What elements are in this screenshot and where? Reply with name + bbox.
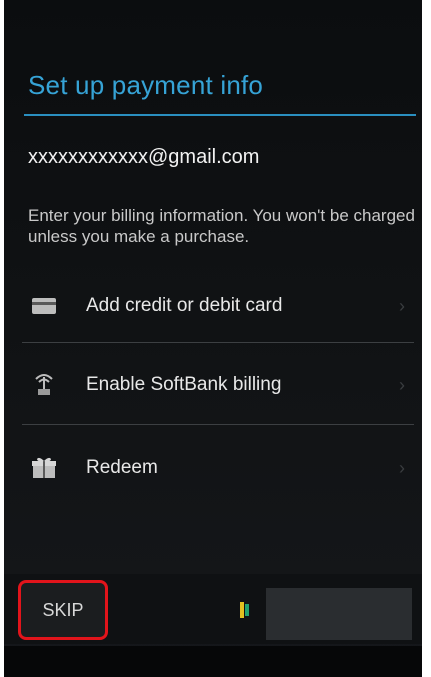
option-label: Redeem [86,457,158,478]
payment-setup-screen: Set up payment info xxxxxxxxxxxx@gmail.c… [4,0,422,677]
skip-button[interactable]: SKIP [18,580,108,640]
page-title: Set up payment info [28,70,264,100]
progress-indicator-icon [238,600,252,620]
softbank-billing-option[interactable]: Enable SoftBank billing › [22,357,414,413]
divider [22,342,414,343]
carrier-billing-icon [26,372,62,398]
add-card-option[interactable]: Add credit or debit card › [22,278,414,334]
chevron-right-icon: › [399,295,405,316]
billing-description: Enter your billing information. You won'… [28,206,415,246]
chevron-right-icon: › [399,457,405,478]
option-label: Enable SoftBank billing [86,374,282,395]
divider [22,424,414,425]
chevron-right-icon: › [399,374,405,395]
title-divider [24,114,416,116]
bottom-strip [4,646,422,677]
option-label: Add credit or debit card [86,295,283,316]
gift-icon [26,455,62,481]
redeem-option[interactable]: Redeem › [22,440,414,496]
next-button[interactable] [266,588,412,640]
account-email: xxxxxxxxxxxx@gmail.com [28,146,260,168]
credit-card-icon [26,293,62,319]
